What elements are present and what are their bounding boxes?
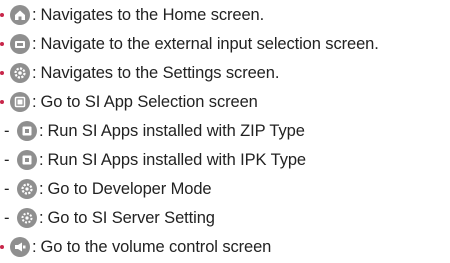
bullet: [0, 42, 4, 46]
bullet: [0, 13, 4, 17]
settings-icon: [10, 63, 30, 83]
list-item-ipk-apps: - : Run SI Apps installed with IPK Type: [4, 150, 306, 170]
sub-item-dash: -: [4, 208, 10, 227]
ipk-app-icon: [17, 150, 37, 170]
item-text: Navigates to the Settings screen.: [40, 63, 280, 82]
external-input-icon: [10, 34, 30, 54]
item-text: Go to SI App Selection screen: [40, 92, 258, 111]
volume-icon: [10, 237, 30, 257]
si-app-icon: [10, 92, 30, 112]
sub-item-dash: -: [4, 179, 10, 198]
list-item-settings: : Navigates to the Settings screen.: [0, 58, 279, 88]
list-item-si-server: - : Go to SI Server Setting: [4, 208, 215, 228]
si-server-icon: [17, 208, 37, 228]
list-item-si-app: : Go to SI App Selection screen: [0, 87, 258, 117]
list-item-developer-mode: - : Go to Developer Mode: [4, 179, 212, 199]
item-text: Navigate to the external input selection…: [40, 34, 379, 53]
list-item-home: : Navigates to the Home screen.: [0, 0, 264, 30]
instruction-list: : Navigates to the Home screen. : Naviga…: [0, 0, 450, 263]
list-item-external-input: : Navigate to the external input selecti…: [0, 29, 379, 59]
home-icon: [10, 5, 30, 25]
list-item-zip-apps: - : Run SI Apps installed with ZIP Type: [4, 121, 305, 141]
item-text: Run SI Apps installed with IPK Type: [47, 150, 306, 169]
zip-app-icon: [17, 121, 37, 141]
item-text: Run SI Apps installed with ZIP Type: [47, 121, 305, 140]
item-text: Go to Developer Mode: [47, 179, 212, 198]
sub-item-dash: -: [4, 121, 10, 140]
sub-item-dash: -: [4, 150, 10, 169]
developer-mode-icon: [17, 179, 37, 199]
item-text: Navigates to the Home screen.: [40, 5, 265, 24]
list-item-volume: : Go to the volume control screen: [0, 232, 271, 262]
item-text: Go to the volume control screen: [40, 237, 272, 256]
bullet: [0, 71, 4, 75]
bullet: [0, 245, 4, 249]
bullet: [0, 100, 4, 104]
item-text: Go to SI Server Setting: [47, 208, 215, 227]
